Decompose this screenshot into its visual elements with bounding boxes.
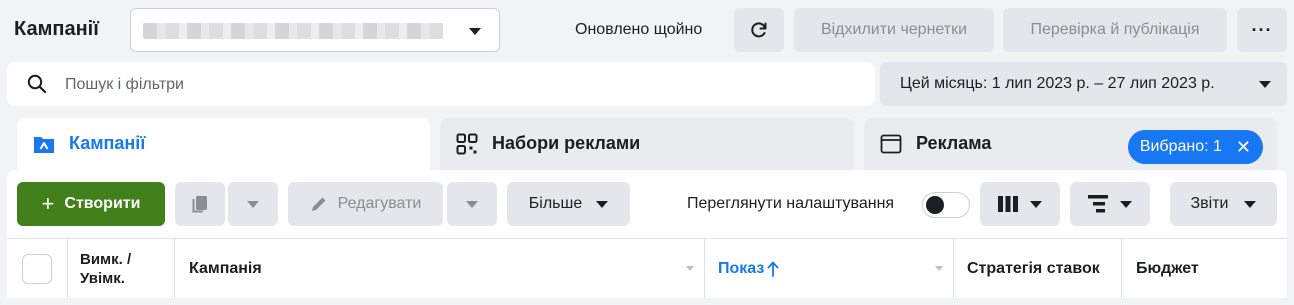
page-title: Кампанії [14,18,99,40]
selected-count-label: Вибрано: 1 [1139,138,1222,155]
sort-caret-icon [935,266,943,271]
column-header-line: Увімк. [80,269,125,287]
redacted-account-name [143,23,443,39]
campaign-toolbar: + Створити Редагувати Більше Переглянути… [7,170,1287,238]
grid-icon [456,133,478,155]
chevron-down-icon [596,200,609,208]
tab-label: Реклама [916,133,992,153]
reports-button[interactable]: Звіти [1170,182,1277,226]
search-icon [27,74,47,94]
select-all-cell [7,239,68,298]
more-actions-button[interactable]: Більше [507,182,630,226]
refresh-button[interactable] [734,8,784,52]
review-publish-button[interactable]: Перевірка й публікація [1003,8,1227,52]
duplicate-icon [192,196,207,213]
chevron-down-icon [1244,200,1257,208]
column-header-line: Вимк. / [80,250,132,268]
edit-button[interactable]: Редагувати [288,182,443,226]
date-range-label: Цей місяць: 1 лип 2023 р. – 27 лип 2023 … [900,75,1215,92]
breakdown-icon [1088,195,1108,213]
window-icon [880,134,902,154]
chevron-down-icon [1259,81,1271,88]
column-header-label: Кампанія [189,259,262,277]
tab-campaigns[interactable]: Кампанії [17,118,430,178]
sort-caret-icon [686,266,694,271]
column-header-label: Вимк. / Увімк. [80,250,131,288]
more-options-button[interactable]: ··· [1237,8,1287,52]
date-range-selector[interactable]: Цей місяць: 1 лип 2023 р. – 27 лип 2023 … [880,62,1287,106]
table-header: Вимк. / Увімк. Кампанія Показ Стратегія … [7,238,1287,298]
ad-account-select[interactable] [130,8,500,52]
column-header-on-off[interactable]: Вимк. / Увімк. [68,239,175,298]
more-dots-icon: ··· [1251,19,1273,40]
tab-ads[interactable]: Реклама Вибрано: 1 ✕ [864,118,1277,178]
toggle-knob [926,196,944,214]
refresh-icon [751,22,767,38]
sort-ascending-icon [767,261,779,277]
reports-label: Звіти [1190,195,1229,212]
create-label: Створити [64,195,141,212]
column-header-delivery[interactable]: Показ [705,239,954,298]
selected-count-chip[interactable]: Вибрано: 1 ✕ [1127,130,1263,164]
review-settings-label: Переглянути налаштування [687,195,895,212]
create-button[interactable]: + Створити [17,182,165,226]
edit-label: Редагувати [337,195,422,212]
chevron-down-icon [469,28,481,35]
column-header-budget[interactable]: Бюджет [1122,239,1287,298]
review-settings-toggle[interactable] [922,192,970,218]
chevron-down-icon [1030,200,1042,208]
columns-icon [998,196,1018,212]
columns-button[interactable] [980,182,1060,226]
tab-label: Набори реклами [492,133,641,153]
duplicate-options-button[interactable] [228,182,278,226]
pencil-icon [311,197,326,211]
tab-ad-sets[interactable]: Набори реклами [440,118,854,178]
column-header-campaign[interactable]: Кампанія [175,239,705,298]
search-placeholder: Пошук і фільтри [65,76,184,93]
column-header-label: Показ [718,259,765,277]
plus-icon: + [41,191,55,216]
more-actions-label: Більше [528,195,583,212]
chevron-down-icon [1120,200,1132,208]
column-header-label: Стратегія ставок [967,259,1100,277]
select-all-checkbox[interactable] [22,253,52,284]
edit-options-button[interactable] [447,182,497,226]
tab-label: Кампанії [69,133,146,153]
discard-drafts-button[interactable]: Відхилити чернетки [794,8,994,52]
chevron-down-icon [247,200,259,208]
close-icon[interactable]: ✕ [1236,137,1251,158]
column-header-label: Бюджет [1136,259,1199,277]
chevron-down-icon [466,200,478,208]
search-input[interactable]: Пошук і фільтри [7,62,875,106]
folder-icon [34,137,54,153]
column-header-bid-strategy[interactable]: Стратегія ставок [954,239,1122,298]
breakdown-button[interactable] [1070,182,1150,226]
last-updated-status: Оновлено щойно [575,21,703,38]
duplicate-button[interactable] [175,182,225,226]
